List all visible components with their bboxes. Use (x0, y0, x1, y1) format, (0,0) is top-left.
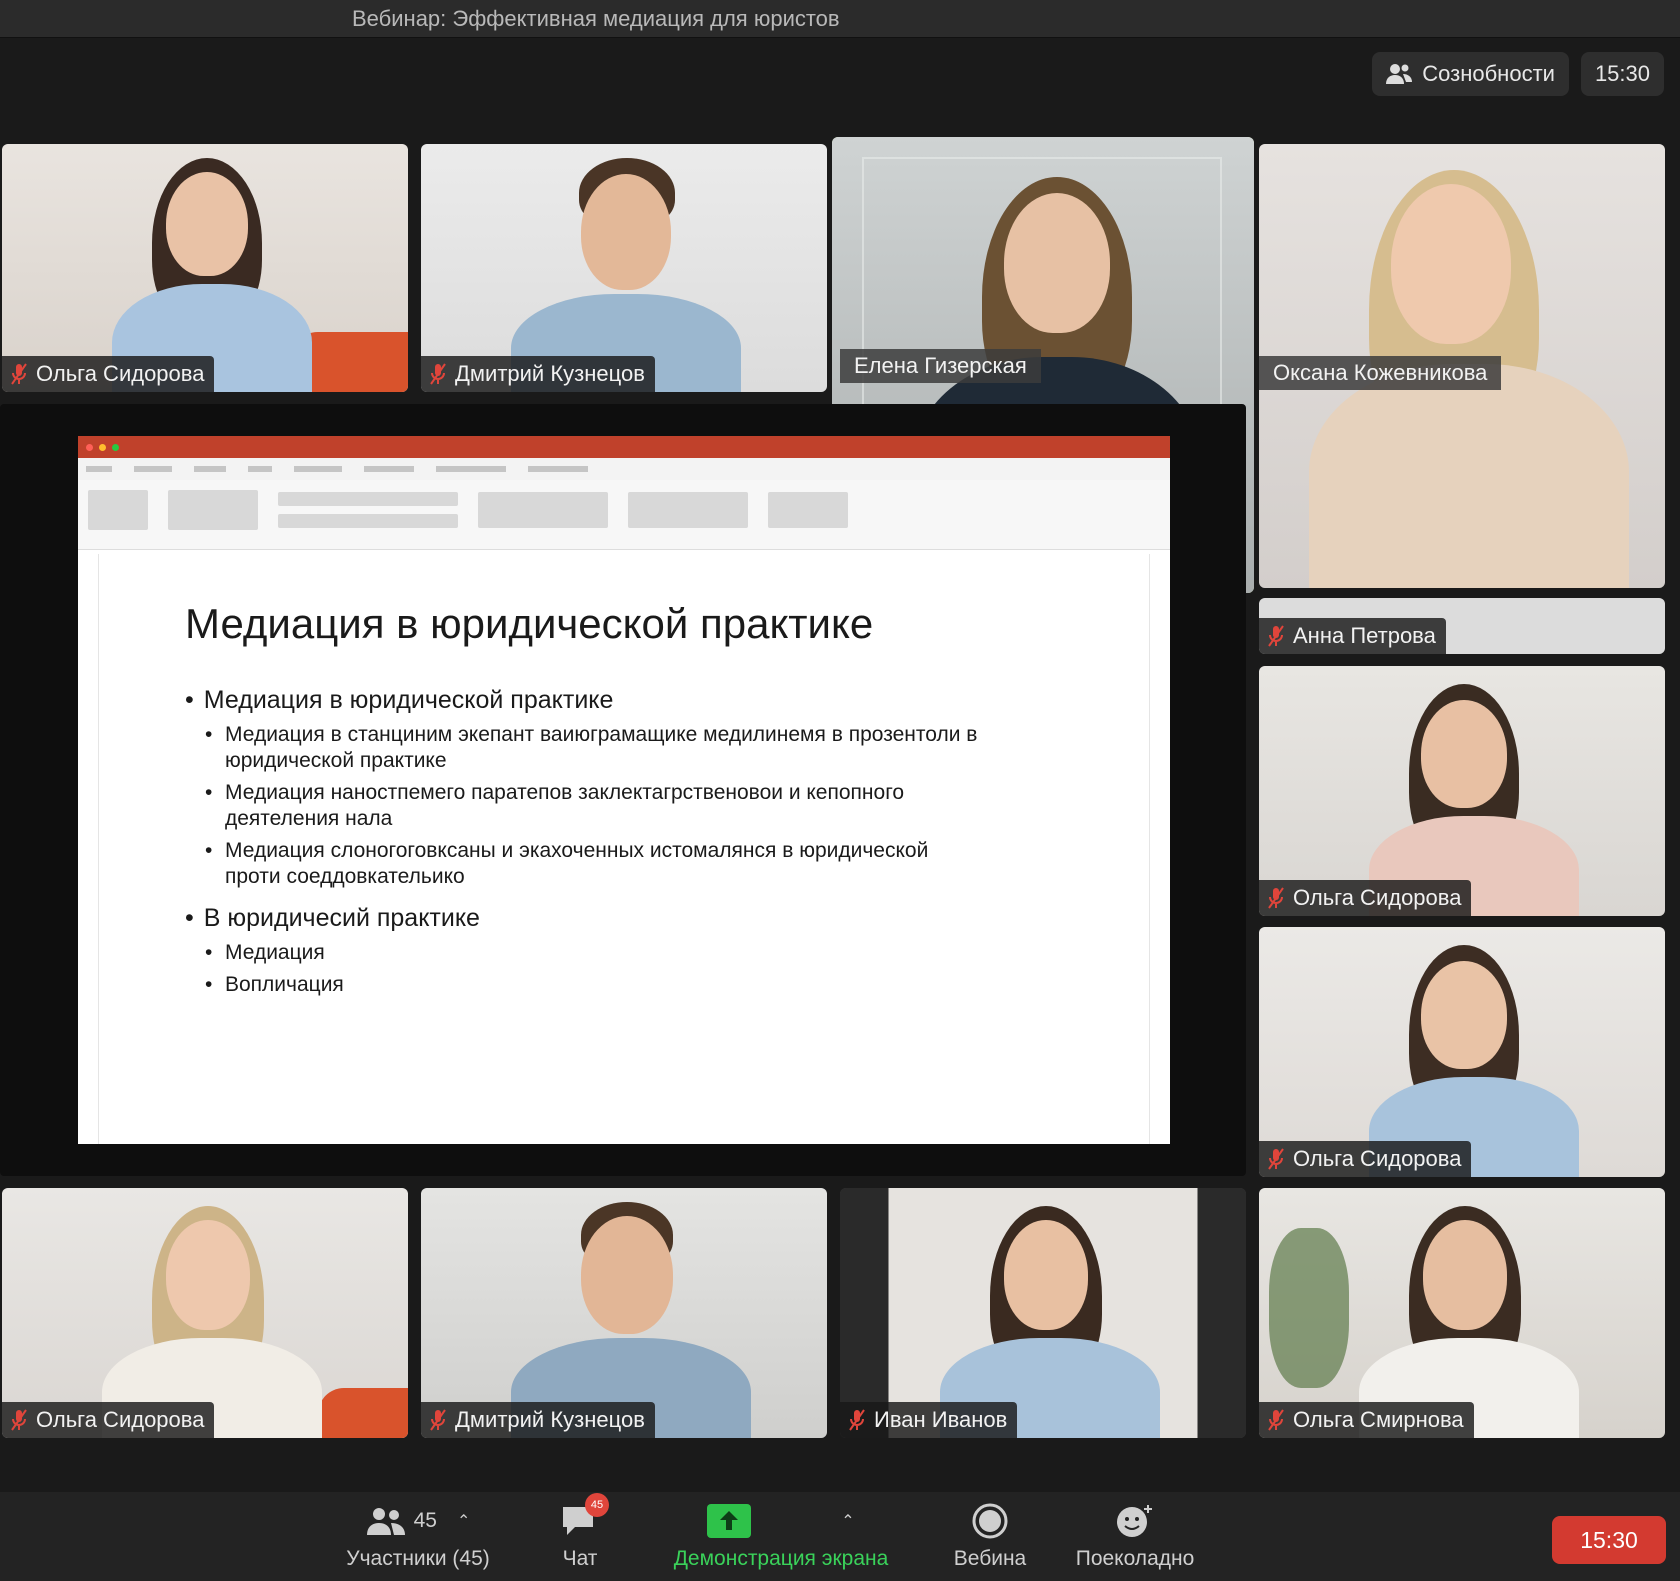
participant-nametag: Ольга Сидорова (1259, 880, 1472, 916)
presentation-window: Медиация в юридической практике Медиация… (78, 436, 1170, 1144)
participant-name: Елена Гизерская (854, 353, 1027, 378)
video-tile[interactable]: Дмитрий Кузнецов (421, 1188, 827, 1438)
slide-subbullet: Медиация в станциним экепант ваиюграмащи… (205, 722, 985, 774)
muted-mic-icon (1268, 625, 1284, 647)
muted-mic-icon (11, 1409, 27, 1431)
participant-nametag: Дмитрий Кузнецов (421, 1402, 655, 1438)
top-controls: Сознобности 15:30 (1372, 52, 1664, 96)
window-titlebar: Вебинар: Эффективная медиация для юристо… (0, 0, 1680, 38)
window-title: Вебинар: Эффективная медиация для юристо… (352, 6, 840, 31)
muted-mic-icon (1268, 887, 1284, 909)
presentation-titlebar (78, 436, 1170, 458)
people-icon (1386, 64, 1413, 84)
chevron-up-icon[interactable]: ⌃ (457, 1511, 470, 1531)
share-screen-button-label: Демонстрация экрана (673, 1546, 889, 1570)
webinar-button-label: Вебина (953, 1546, 1027, 1570)
slide-subbullet: Вопличация (205, 972, 985, 998)
participant-name: Оксана Кожевникова (1273, 360, 1488, 385)
slide-subbullet: Медиация (205, 940, 985, 966)
participant-nametag: Ольга Сидорова (2, 356, 215, 392)
participant-nametag: Оксана Кожевникова (1259, 356, 1502, 390)
muted-mic-icon (1268, 1409, 1284, 1431)
chat-button-label: Чат (562, 1546, 598, 1570)
share-screen-icon (707, 1503, 752, 1538)
muted-mic-icon (1268, 1148, 1284, 1170)
participant-name: Ольга Сидорова (1293, 885, 1462, 910)
meeting-toolbar: 45 ⌃ Участники (45) 45 Чат ⌃ Демонстраци… (0, 1492, 1680, 1581)
participant-nametag: Дмитрий Кузнецов (421, 356, 655, 392)
slide-bullet: В юридичесий практике (185, 904, 480, 933)
participant-nametag: Ольга Смирнова (1259, 1402, 1474, 1438)
participants-panel-label: Сознобности (1422, 61, 1555, 86)
ribbon-toolbar (78, 480, 1170, 550)
muted-mic-icon (430, 1409, 446, 1431)
record-icon (972, 1503, 1008, 1538)
slide-bullet: Медиация в юридической практике (185, 686, 614, 715)
participant-nametag: Иван Иванов (840, 1402, 1018, 1438)
chat-badge: 45 (585, 1492, 609, 1517)
people-icon (366, 1507, 405, 1535)
participants-count: 45 (413, 1508, 437, 1532)
video-tile[interactable]: Ольга Сидорова (1259, 666, 1665, 916)
webinar-button[interactable]: Вебина (935, 1492, 1045, 1581)
participant-nametag: Анна Петрова (1259, 618, 1446, 654)
video-tile[interactable]: Дмитрий Кузнецов (421, 144, 827, 392)
video-tile[interactable]: Ольга Сидорова (2, 1188, 408, 1438)
participant-nametag: Ольга Сидорова (1259, 1141, 1472, 1177)
participant-nametag: Ольга Сидорова (2, 1402, 215, 1438)
emoji-icon (1117, 1504, 1152, 1537)
video-tile[interactable]: Оксана Кожевникова (1259, 144, 1665, 588)
participant-name: Дмитрий Кузнецов (455, 361, 645, 386)
participant-name: Ольга Сидорова (36, 361, 205, 386)
share-screen-button[interactable]: ⌃ Демонстрация экрана (656, 1492, 906, 1581)
video-tile[interactable]: Анна Петрова (1259, 598, 1665, 654)
muted-mic-icon (430, 363, 446, 385)
screen-share-area: Медиация в юридической практике Медиация… (0, 404, 1246, 1176)
video-tile[interactable]: Ольга Сидорова (2, 144, 408, 392)
participants-panel-button[interactable]: Сознобности (1372, 52, 1569, 96)
chat-button[interactable]: 45 Чат (540, 1492, 620, 1581)
reactions-button[interactable]: Поеколадно (1060, 1492, 1210, 1581)
clock-display: 15:30 (1580, 52, 1664, 96)
ribbon-tabs (78, 458, 1170, 480)
participant-name: Дмитрий Кузнецов (455, 1407, 645, 1432)
muted-mic-icon (849, 1409, 865, 1431)
participant-name: Ольга Сидорова (1293, 1146, 1462, 1171)
slide-subbullet: Медиация слоногоговксаны и экахоченных и… (205, 838, 985, 890)
participant-name: Иван Иванов (874, 1407, 1008, 1432)
participant-nametag: Елена Гизерская (840, 349, 1041, 383)
video-tile[interactable]: Иван Иванов (840, 1188, 1246, 1438)
participants-button[interactable]: 45 ⌃ Участники (45) (318, 1492, 518, 1581)
slide-subbullet: Медиация наностпемего паратепов заклекта… (205, 780, 985, 832)
participant-name: Ольга Сидорова (36, 1407, 205, 1432)
end-meeting-button[interactable]: 15:30 (1552, 1516, 1666, 1564)
reactions-button-label: Поеколадно (1075, 1546, 1195, 1570)
participant-name: Анна Петрова (1293, 623, 1436, 648)
participants-button-label: Участники (45) (346, 1546, 490, 1570)
slide-title: Медиация в юридической практике (185, 600, 874, 647)
chevron-up-icon[interactable]: ⌃ (841, 1511, 854, 1531)
video-tile[interactable]: Ольга Смирнова (1259, 1188, 1665, 1438)
muted-mic-icon (11, 363, 27, 385)
video-tile[interactable]: Ольга Сидорова (1259, 927, 1665, 1177)
slide-canvas: Медиация в юридической практике Медиация… (98, 554, 1150, 1144)
participant-name: Ольга Смирнова (1293, 1407, 1464, 1432)
